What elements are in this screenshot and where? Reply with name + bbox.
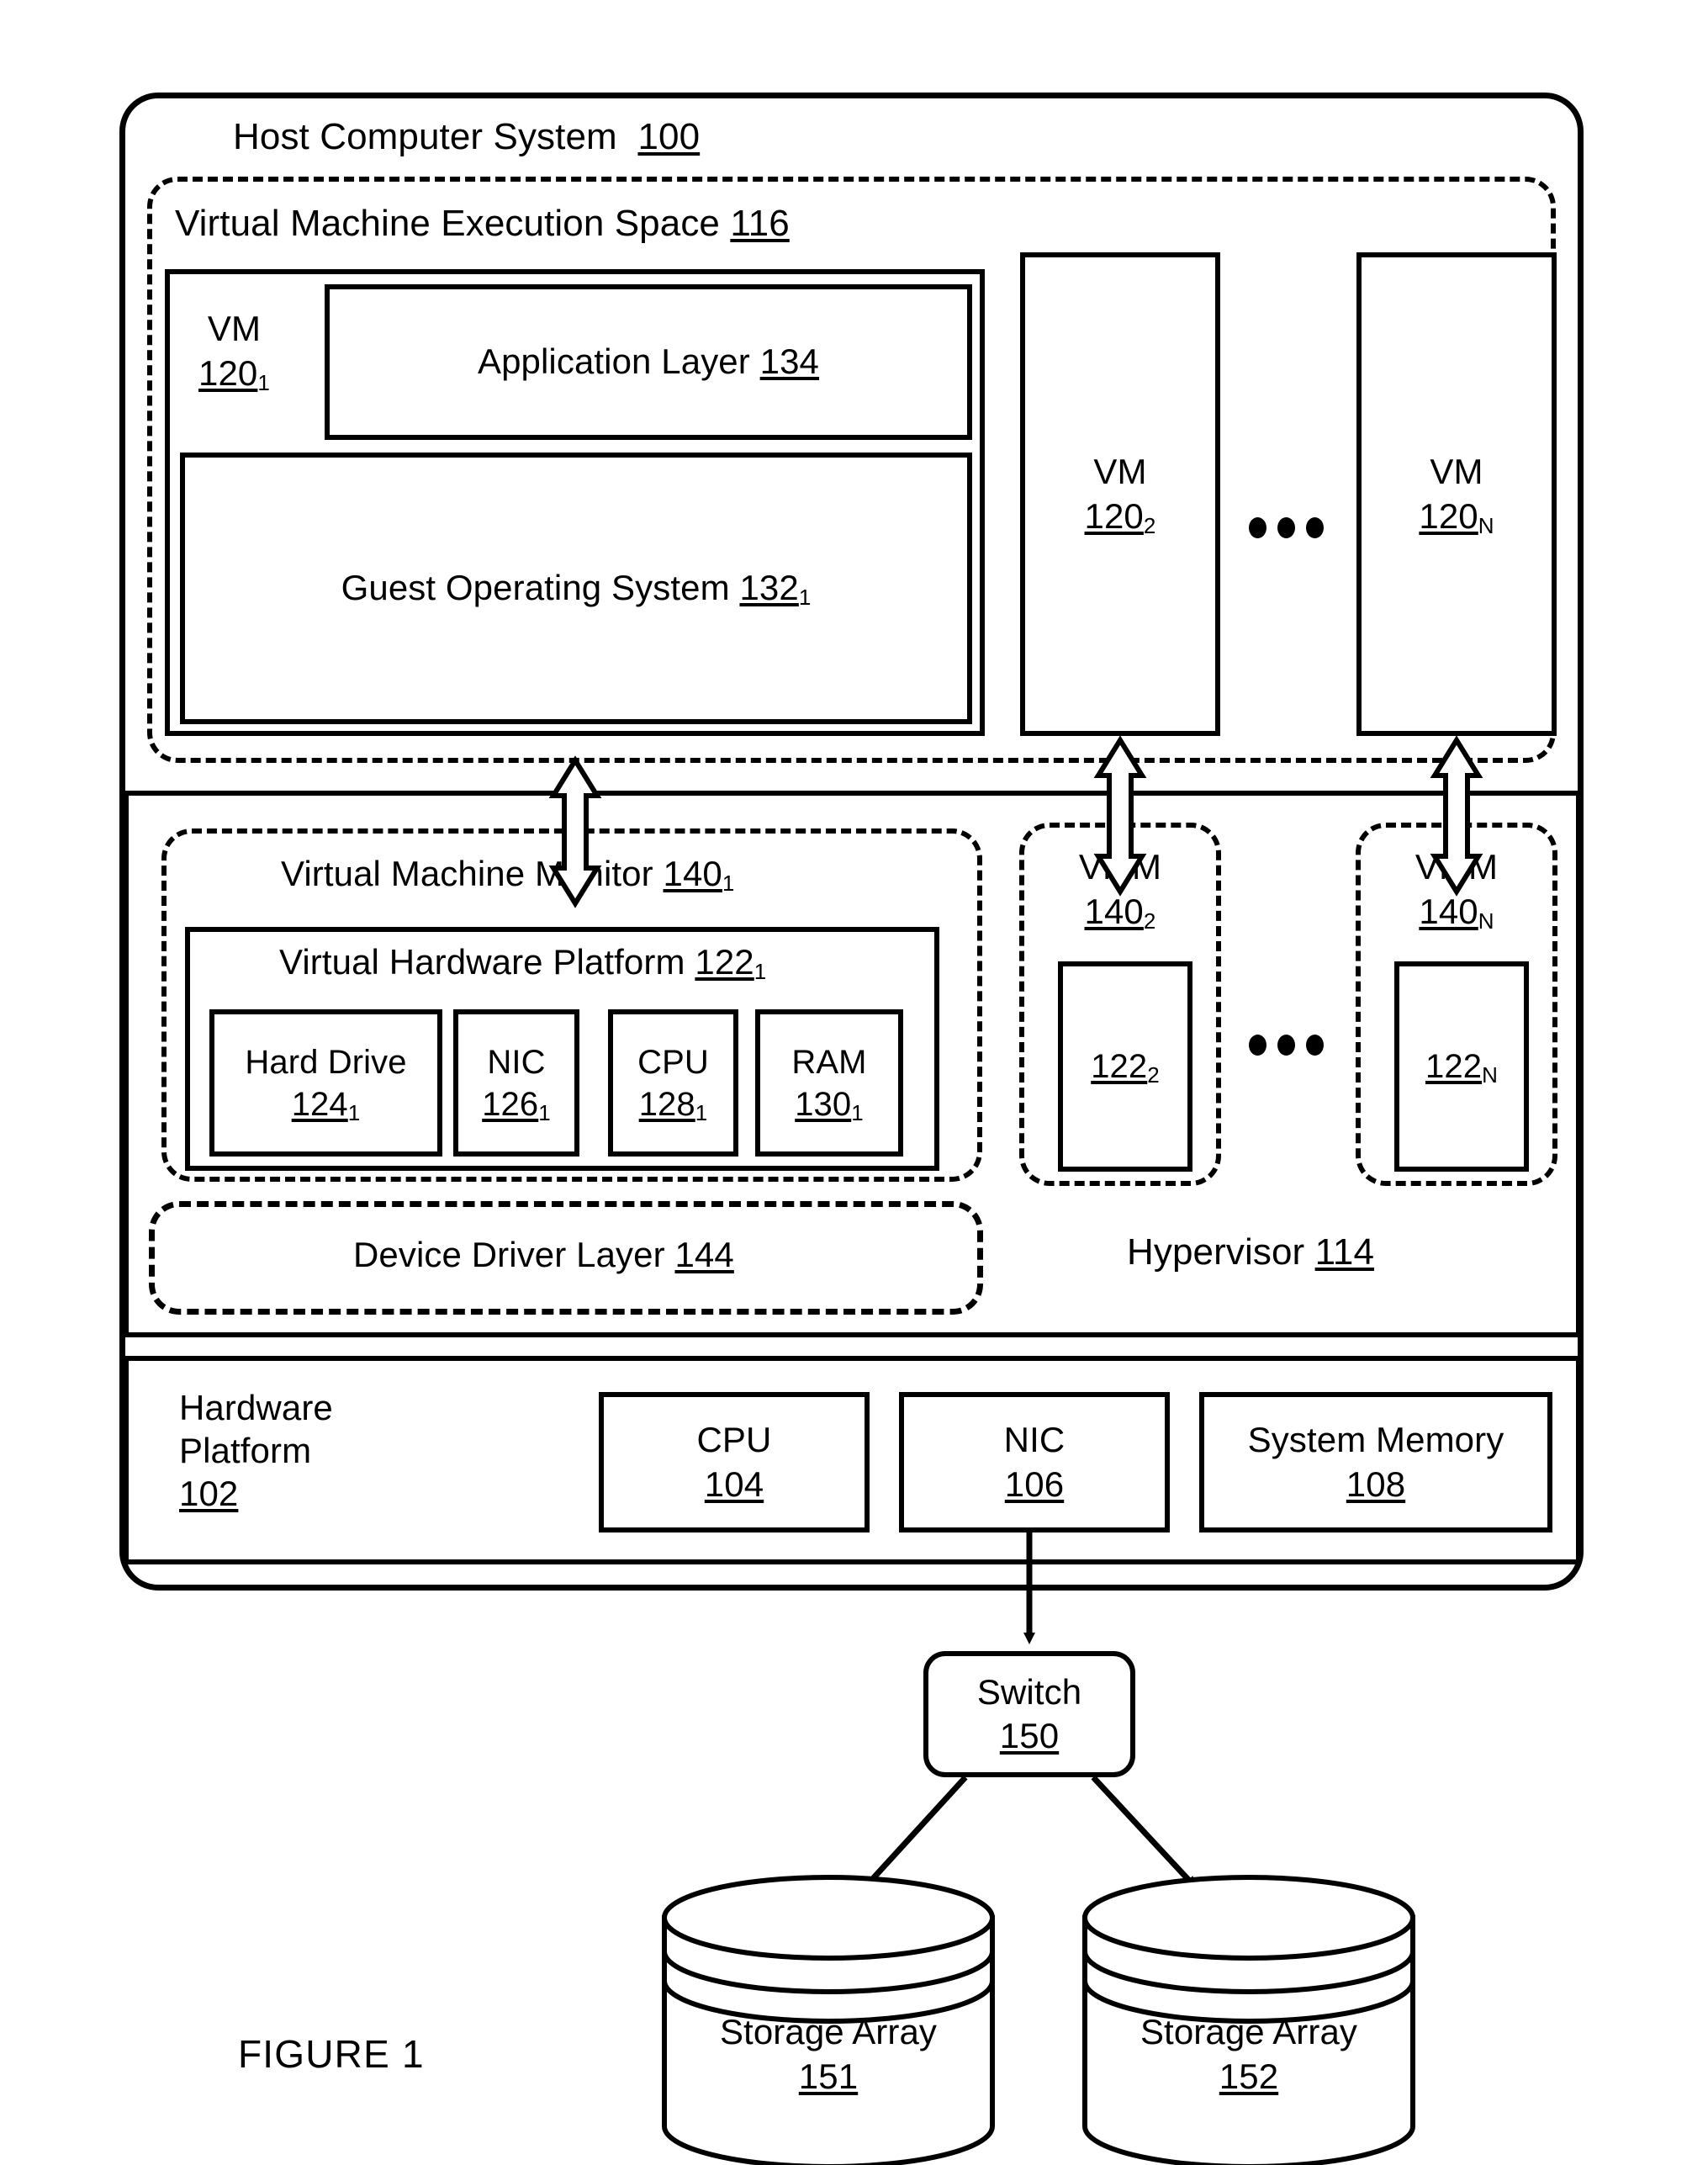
vhp-122-2-box: 1222 xyxy=(1058,961,1192,1172)
hypervisor-label: Hypervisor 114 xyxy=(1127,1231,1375,1273)
switch-label: Switch 150 xyxy=(976,1671,1082,1756)
figure-caption: FIGURE 1 xyxy=(238,2032,425,2076)
vmm-ellipsis xyxy=(1249,1035,1324,1056)
vm-120-n-box: VM 120N xyxy=(1356,252,1557,736)
hardware-nic-label: NIC 106 xyxy=(1003,1420,1066,1504)
virtual-hard-drive-box: Hard Drive 1241 xyxy=(209,1009,442,1157)
vhp-122-2-label: 1222 xyxy=(1091,1047,1160,1088)
virtual-machine-monitor-1-title: Virtual Machine Monitor 1401 xyxy=(281,854,735,896)
storage-array-151-label: Storage Array 151 xyxy=(719,2012,938,2096)
hardware-nic-box: NIC 106 xyxy=(899,1392,1170,1532)
vm-execution-space-title: Virtual Machine Execution Space 116 xyxy=(175,203,790,244)
vmm-140-2-label: VMM 1402 xyxy=(1078,847,1162,934)
vm-120-2-label: VM 1202 xyxy=(1084,452,1156,538)
virtual-ram-label: RAM 1301 xyxy=(791,1043,867,1125)
virtual-hard-drive-label: Hard Drive 1241 xyxy=(245,1043,407,1125)
virtual-cpu-label: CPU 1281 xyxy=(637,1043,709,1125)
virtual-ram-box: RAM 1301 xyxy=(755,1009,903,1157)
switch-to-storage-152-line xyxy=(1091,1775,1197,1889)
vm-120-2-box: VM 1202 xyxy=(1020,252,1220,736)
application-layer-box: Application Layer 134 xyxy=(325,284,972,440)
vm-120-1-label: VM 1201 xyxy=(198,309,270,395)
virtual-nic-label: NIC 1261 xyxy=(482,1043,551,1125)
switch-box: Switch 150 xyxy=(923,1651,1135,1777)
vmm-140-n-label: VMM 140N xyxy=(1415,847,1499,934)
hardware-cpu-box: CPU 104 xyxy=(599,1392,870,1532)
host-computer-system-title: Host Computer System 100 xyxy=(233,116,701,157)
application-layer-label: Application Layer 134 xyxy=(477,341,820,382)
vhp-122-n-box: 122N xyxy=(1394,961,1529,1172)
storage-array-152-label: Storage Array 152 xyxy=(1140,2012,1358,2096)
vm-120-n-label: VM 120N xyxy=(1419,452,1494,538)
virtual-nic-box: NIC 1261 xyxy=(453,1009,579,1157)
switch-to-storage-151-line xyxy=(864,1775,968,1889)
hardware-system-memory-box: System Memory 108 xyxy=(1199,1392,1552,1532)
device-driver-layer-label: Device Driver Layer 144 xyxy=(353,1235,734,1274)
hardware-platform-label: Hardware Platform 102 xyxy=(179,1388,333,1514)
virtual-hardware-platform-1-title: Virtual Hardware Platform 1221 xyxy=(279,942,767,984)
guest-operating-system-label: Guest Operating System 1321 xyxy=(341,568,812,611)
vm-ellipsis xyxy=(1249,517,1324,538)
guest-operating-system-box: Guest Operating System 1321 xyxy=(180,453,972,724)
hardware-system-memory-label: System Memory 108 xyxy=(1247,1420,1504,1504)
patent-figure-canvas: Host Computer System 100 Virtual Machine… xyxy=(0,0,1708,2165)
vhp-122-n-label: 122N xyxy=(1425,1047,1498,1088)
virtual-cpu-box: CPU 1281 xyxy=(608,1009,738,1157)
hardware-cpu-label: CPU 104 xyxy=(696,1420,772,1504)
